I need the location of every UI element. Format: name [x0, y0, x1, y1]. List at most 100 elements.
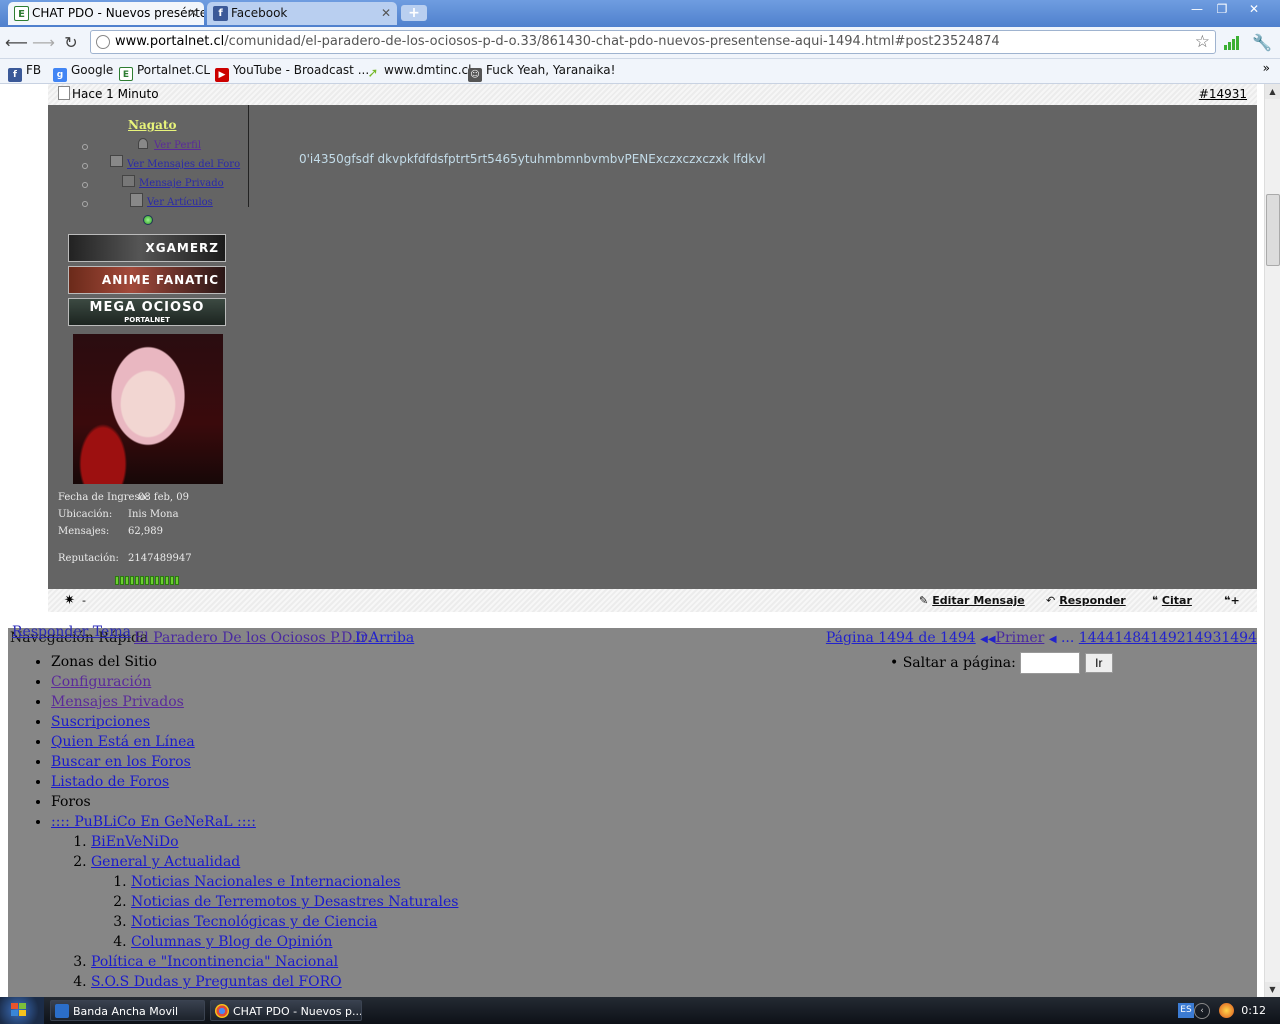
facebook-favicon-icon: f: [213, 6, 228, 21]
tab-chat-pdo[interactable]: E CHAT PDO - Nuevos preséntense aquí ✕: [8, 2, 204, 25]
top-link[interactable]: Arriba: [369, 630, 414, 646]
settings-link[interactable]: Configuración: [51, 674, 151, 690]
page-number-input[interactable]: [1020, 652, 1081, 674]
info-label: Fecha de Ingreso:: [58, 492, 150, 503]
scroll-thumb[interactable]: [1266, 194, 1280, 266]
tray-app-icon[interactable]: [1219, 1003, 1234, 1018]
reputation-pip: [175, 576, 179, 585]
back-icon[interactable]: ⟵: [5, 32, 28, 54]
forum-list-link[interactable]: Listado de Foros: [51, 774, 169, 790]
subforum-link[interactable]: Noticias Tecnológicas y de Ciencia: [131, 914, 377, 930]
reputation-pip: [165, 576, 169, 585]
taskbar-banda-ancha[interactable]: Banda Ancha Movil: [50, 1000, 205, 1021]
subscriptions-link[interactable]: Suscripciones: [51, 714, 150, 730]
menu-bullet: [82, 144, 88, 150]
new-tab-button[interactable]: +: [401, 5, 427, 21]
start-button[interactable]: [0, 997, 44, 1024]
bookmark-label: Portalnet.CL: [137, 63, 211, 77]
bookmark-yaranaika[interactable]: ☺ Fuck Yeah, Yaranaika!: [468, 63, 615, 82]
close-window-button[interactable]: ✕: [1238, 0, 1270, 18]
forward-icon[interactable]: ⟶: [32, 32, 55, 54]
tab-title: CHAT PDO - Nuevos preséntense aquí: [32, 6, 204, 20]
badge-title: MEGA OCIOSO: [89, 300, 205, 315]
bookmarks-overflow-icon[interactable]: »: [1263, 61, 1270, 75]
page-link[interactable]: 1444: [1079, 630, 1115, 646]
go-link[interactable]: Ir: [355, 630, 367, 646]
bookmark-youtube[interactable]: ▶ YouTube - Broadcast ...: [215, 63, 369, 82]
taskbar-chrome[interactable]: CHAT PDO - Nuevos p...: [210, 1000, 362, 1021]
private-message-link[interactable]: Mensaje Privado: [139, 178, 224, 189]
page-scrollbar[interactable]: ▲ ▼: [1264, 84, 1280, 997]
restore-button[interactable]: ❐: [1208, 0, 1236, 18]
first-page-icon[interactable]: ◀◀: [980, 634, 995, 645]
private-messages-link[interactable]: Mensajes Privados: [51, 694, 184, 710]
bookmark-dmtinc[interactable]: ➚ www.dmtinc.cl: [366, 63, 472, 81]
portalnet-favicon-icon: E: [14, 6, 29, 21]
list-item: General y Actualidad Noticias Nacionales…: [91, 852, 458, 952]
forum-link[interactable]: Política e "Incontinencia" Nacional: [91, 954, 338, 970]
page-link[interactable]: 1493: [1186, 630, 1222, 646]
prev-page-icon[interactable]: ◀: [1049, 634, 1057, 645]
pencil-icon: ✎: [919, 594, 929, 607]
close-tab-icon[interactable]: ✕: [188, 2, 198, 25]
page-link[interactable]: 1492: [1150, 630, 1186, 646]
forum-link[interactable]: General y Actualidad: [91, 854, 240, 870]
info-value: 2147489947: [128, 553, 192, 564]
subforum-link[interactable]: Columnas y Blog de Opinión: [131, 934, 332, 950]
info-value: Inis Mona: [128, 509, 179, 520]
minimize-button[interactable]: —: [1183, 0, 1211, 18]
reply-button[interactable]: ↶ Responder: [1046, 589, 1126, 612]
info-value: 08 feb, 09: [138, 492, 190, 503]
username-link[interactable]: Nagato: [128, 118, 176, 132]
tumblr-avatar-icon: ☺: [468, 68, 482, 82]
view-articles-link[interactable]: Ver Artículos: [147, 197, 213, 208]
post-number-link[interactable]: #14931: [1199, 84, 1247, 105]
forum-link[interactable]: S.O.S Dudas y Preguntas del FORO: [91, 974, 342, 990]
page-info[interactable]: Página 1494 de 1494: [826, 630, 976, 646]
first-page-link[interactable]: Primer: [996, 630, 1045, 646]
forum-breadcrumb-link[interactable]: El Paradero De los Ociosos P.D.O.: [134, 630, 371, 646]
show-hidden-icons-icon[interactable]: ‹: [1194, 1003, 1210, 1019]
close-tab-icon[interactable]: ✕: [381, 2, 391, 25]
bookmark-label: FB: [26, 63, 42, 77]
bookmark-label: Fuck Yeah, Yaranaika!: [486, 63, 616, 77]
bookmark-portalnet[interactable]: E Portalnet.CL: [119, 63, 210, 81]
reply-topic-link[interactable]: Responder Tema: [12, 624, 131, 640]
bookmark-google[interactable]: g Google: [53, 63, 113, 82]
page-link[interactable]: 1494: [1221, 630, 1257, 646]
avatar: [73, 334, 223, 484]
badge-subtitle: PORTALNET: [124, 316, 170, 324]
wrench-icon[interactable]: 🔧: [1252, 33, 1272, 52]
scroll-down-icon[interactable]: ▼: [1265, 982, 1280, 997]
reload-icon[interactable]: ↻: [60, 32, 82, 54]
forum-link[interactable]: BiEnVeNiDo: [91, 834, 179, 850]
location: Ubicación: Inis Mona: [58, 509, 179, 520]
view-profile-link[interactable]: Ver Perfil: [154, 140, 201, 151]
scroll-up-icon[interactable]: ▲: [1265, 84, 1280, 99]
page-link[interactable]: 1484: [1114, 630, 1150, 646]
jump-go-button[interactable]: Ir: [1084, 653, 1113, 673]
multi-quote-icon[interactable]: ❝+: [1224, 589, 1240, 612]
pagination: Página 1494 de 1494 ◀◀Primer ◀ ... 14441…: [826, 630, 1257, 646]
list-item: Listado de Foros: [51, 772, 458, 792]
tab-facebook[interactable]: f Facebook ✕: [207, 2, 397, 25]
search-forums-link[interactable]: Buscar en los Foros: [51, 754, 191, 770]
bookmark-fb[interactable]: f FB: [8, 63, 41, 82]
subforum-link[interactable]: Noticias de Terremotos y Desastres Natur…: [131, 894, 458, 910]
info-value: 62,989: [128, 526, 163, 537]
list-item: Noticias Nacionales e Internacionales: [131, 872, 458, 892]
bookmark-star-icon[interactable]: ☆: [1195, 32, 1210, 52]
subforum-link[interactable]: Noticias Nacionales e Internacionales: [131, 874, 401, 890]
edit-post-button[interactable]: ✎ Editar Mensaje: [919, 589, 1025, 612]
chrome-icon: [215, 1004, 229, 1018]
signal-icon[interactable]: [1224, 36, 1240, 50]
view-forum-posts-link[interactable]: Ver Mensajes del Foro: [127, 159, 240, 170]
reputation-pip: [170, 576, 174, 585]
whos-online-link[interactable]: Quien Está en Línea: [51, 734, 195, 750]
reply-arrow-icon: ↶: [1046, 594, 1056, 607]
quote-button[interactable]: ❝ Citar: [1152, 589, 1192, 612]
language-indicator[interactable]: ES: [1178, 1003, 1194, 1018]
category-link[interactable]: :::: PuBLiCo En GeNeRaL ::::: [51, 814, 256, 830]
rate-post-icon[interactable]: ✷: [64, 589, 75, 612]
address-bar[interactable]: www.portalnet.cl/comunidad/el-paradero-d…: [90, 30, 1216, 54]
